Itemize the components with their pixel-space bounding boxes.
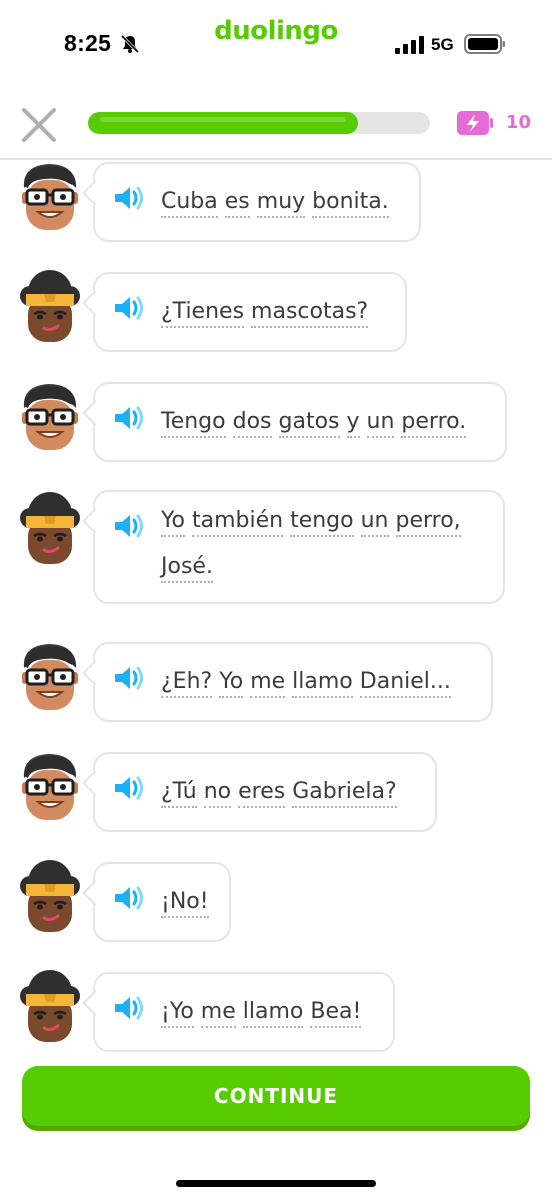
- continue-button[interactable]: CONTINUE: [22, 1066, 530, 1126]
- word-token[interactable]: llamo: [292, 669, 353, 698]
- message-bubble[interactable]: Cuba es muy bonita.: [93, 162, 421, 242]
- battery-icon: [464, 34, 505, 54]
- word-token[interactable]: ¿Tú: [161, 779, 197, 808]
- jose-avatar: [22, 754, 78, 820]
- word-token[interactable]: ¿Tienes: [161, 299, 245, 328]
- lesson-progress-fill: [88, 112, 359, 134]
- word-token[interactable]: no: [203, 779, 232, 808]
- jose-avatar: [22, 384, 78, 450]
- message-text[interactable]: Yo también tengo un perro, José.: [161, 508, 461, 583]
- lesson-header: 10: [0, 80, 552, 160]
- message-bubble[interactable]: ¿Eh? Yo me llamo Daniel...: [93, 642, 493, 722]
- bea-avatar: [20, 270, 80, 342]
- word-token[interactable]: gatos: [278, 409, 340, 438]
- lesson-progress-bar: [88, 112, 430, 134]
- word-token[interactable]: mascotas?: [251, 299, 369, 328]
- speaker-icon[interactable]: [113, 774, 147, 802]
- speaker-icon[interactable]: [113, 884, 147, 912]
- speaker-icon[interactable]: [113, 512, 147, 540]
- word-token[interactable]: eres: [238, 779, 286, 808]
- message-bubble[interactable]: Tengo dos gatos y un perro.: [93, 382, 507, 462]
- word-token[interactable]: tengo: [290, 508, 354, 537]
- word-token[interactable]: Daniel...: [359, 669, 451, 698]
- energy-battery-icon[interactable]: [456, 110, 494, 136]
- bea-avatar: [20, 492, 80, 564]
- word-token[interactable]: Cuba: [161, 189, 218, 218]
- word-token[interactable]: Tengo: [161, 409, 226, 438]
- word-token[interactable]: ¿Eh?: [161, 669, 213, 698]
- word-token[interactable]: Gabriela?: [292, 779, 397, 808]
- word-token[interactable]: muy: [256, 189, 306, 218]
- word-token[interactable]: dos: [232, 409, 272, 438]
- message-bubble[interactable]: ¿Tienes mascotas?: [93, 272, 407, 352]
- message-bubble[interactable]: ¡Yo me llamo Bea!: [93, 972, 395, 1052]
- dialogue-list: Cuba es muy bonita. ¿Tienes mascotas? Te…: [0, 162, 552, 1062]
- signal-icon: [395, 36, 424, 54]
- speaker-icon[interactable]: [113, 664, 147, 692]
- speaker-icon[interactable]: [113, 404, 147, 432]
- word-token[interactable]: José.: [161, 554, 213, 583]
- message-text[interactable]: ¡No!: [161, 889, 209, 918]
- message-bubble[interactable]: ¿Tú no eres Gabriela?: [93, 752, 437, 832]
- speaker-icon[interactable]: [113, 184, 147, 212]
- word-token[interactable]: me: [250, 669, 286, 698]
- word-token[interactable]: un: [360, 508, 389, 537]
- message-text[interactable]: Cuba es muy bonita.: [161, 189, 389, 218]
- speaker-icon[interactable]: [113, 294, 147, 322]
- progress-shine: [100, 117, 347, 122]
- word-token[interactable]: Yo: [219, 669, 244, 698]
- word-token[interactable]: Bea!: [310, 999, 362, 1028]
- close-icon[interactable]: [20, 106, 58, 144]
- message-bubble[interactable]: ¡No!: [93, 862, 231, 942]
- network-type: 5G: [431, 35, 454, 54]
- message-text[interactable]: Tengo dos gatos y un perro.: [161, 409, 467, 438]
- word-token[interactable]: también: [191, 508, 284, 537]
- message-text[interactable]: ¿Tú no eres Gabriela?: [161, 779, 397, 808]
- word-token[interactable]: me: [200, 999, 236, 1028]
- word-token[interactable]: ¡Yo: [161, 999, 194, 1028]
- word-token[interactable]: bonita.: [312, 189, 389, 218]
- message-bubble[interactable]: Yo también tengo un perro, José.: [93, 490, 505, 604]
- message-text[interactable]: ¿Tienes mascotas?: [161, 299, 369, 328]
- speaker-icon[interactable]: [113, 994, 147, 1022]
- word-token[interactable]: ¡No!: [161, 889, 209, 918]
- word-token[interactable]: es: [224, 189, 250, 218]
- home-indicator: [176, 1180, 376, 1187]
- message-text[interactable]: ¡Yo me llamo Bea!: [161, 999, 362, 1028]
- word-token[interactable]: llamo: [242, 999, 304, 1028]
- word-token[interactable]: y: [346, 409, 360, 438]
- energy-count: 10: [506, 112, 532, 133]
- word-token[interactable]: Yo: [161, 508, 185, 537]
- jose-avatar: [22, 644, 78, 710]
- status-bar: 8:25 duolingo 5G: [0, 0, 552, 80]
- word-token[interactable]: perro.: [401, 409, 467, 438]
- message-text[interactable]: ¿Eh? Yo me llamo Daniel...: [161, 669, 451, 698]
- jose-avatar: [22, 164, 78, 230]
- word-token[interactable]: perro,: [395, 508, 461, 537]
- bea-avatar: [20, 970, 80, 1042]
- word-token[interactable]: un: [366, 409, 395, 438]
- bea-avatar: [20, 860, 80, 932]
